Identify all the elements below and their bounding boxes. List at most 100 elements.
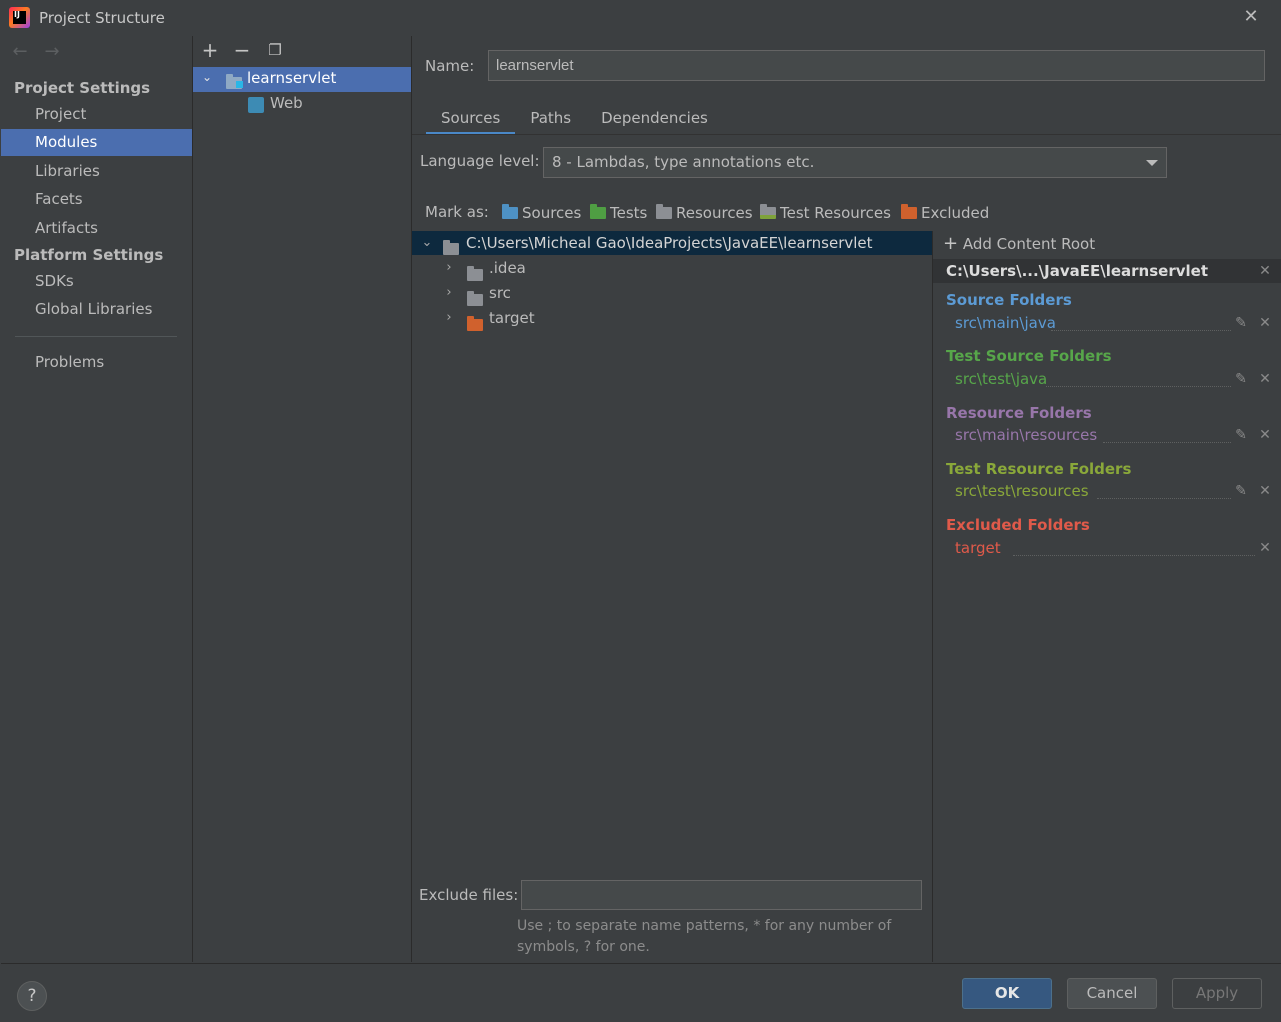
test-folder-icon [590, 204, 606, 219]
exclude-files-label: Exclude files: [419, 886, 519, 904]
edit-icon[interactable]: ✎ [1232, 482, 1250, 500]
mark-resources-label: Resources [676, 204, 753, 222]
nav-item-facets[interactable]: Facets [1, 186, 192, 213]
delete-icon[interactable]: ✕ [1256, 482, 1274, 500]
mark-sources-label: Sources [522, 204, 582, 222]
remove-root-icon[interactable]: ✕ [1256, 262, 1274, 280]
forward-arrow-icon[interactable]: → [41, 41, 63, 63]
facet-name: Web [270, 94, 303, 112]
dotted-leader [1097, 498, 1231, 499]
test-resource-folder-path: src\test\resources [955, 482, 1089, 500]
nav-item-project[interactable]: Project [1, 101, 192, 128]
mark-test-resources-label: Test Resources [780, 204, 891, 222]
chevron-down-icon[interactable]: ⌄ [202, 70, 212, 84]
language-level-select[interactable]: 8 - Lambdas, type annotations etc. [543, 147, 1167, 178]
tree-root-row[interactable]: ⌄ C:\Users\Micheal Gao\IdeaProjects\Java… [412, 231, 932, 255]
resource-folders-heading: Resource Folders [946, 404, 1092, 422]
facet-tree-item[interactable]: Web [193, 93, 411, 117]
dotted-leader [1051, 330, 1231, 331]
delete-icon[interactable]: ✕ [1256, 539, 1274, 557]
mark-excluded-button[interactable]: Excluded [901, 202, 989, 224]
delete-icon[interactable]: ✕ [1256, 370, 1274, 388]
remove-icon[interactable]: − [231, 39, 253, 61]
copy-icon[interactable]: ❐ [264, 39, 286, 61]
delete-icon[interactable]: ✕ [1256, 426, 1274, 444]
nav-item-problems[interactable]: Problems [1, 349, 192, 376]
add-icon[interactable]: + [199, 39, 221, 61]
tree-item-target[interactable]: › target [412, 306, 932, 331]
exclude-hint-line: symbols, ? for one. [517, 939, 650, 955]
nav-item-modules[interactable]: Modules [1, 129, 192, 156]
language-level-value: 8 - Lambdas, type annotations etc. [552, 153, 815, 171]
dotted-leader [1046, 386, 1231, 387]
title-bar: IJ Project Structure ✕ [0, 0, 1281, 36]
exclude-files-field[interactable] [521, 880, 922, 910]
exclude-hint-line: Use ; to separate name patterns, * for a… [517, 918, 892, 934]
chevron-down-icon[interactable]: ⌄ [420, 233, 434, 253]
edit-icon[interactable]: ✎ [1232, 426, 1250, 444]
close-icon[interactable]: ✕ [1240, 5, 1262, 29]
tab-dependencies[interactable]: Dependencies [586, 101, 723, 135]
excluded-folders-heading: Excluded Folders [946, 516, 1090, 534]
mark-as-label: Mark as: [425, 203, 489, 221]
content-root-path: C:\Users\...\JavaEE\learnservlet [946, 262, 1208, 280]
folder-icon [467, 291, 483, 306]
resource-folder-icon [656, 204, 672, 219]
mark-resources-button[interactable]: Resources [656, 202, 753, 224]
mark-test-resources-button[interactable]: Test Resources [760, 202, 891, 224]
name-label: Name: [425, 57, 475, 75]
excluded-folder-icon [467, 316, 483, 331]
folder-icon [467, 266, 483, 281]
tree-item-label: src [489, 284, 511, 302]
exclude-files-hint: Use ; to separate name patterns, * for a… [517, 916, 891, 958]
tab-paths[interactable]: Paths [515, 101, 586, 135]
cancel-button[interactable]: Cancel [1067, 978, 1157, 1009]
apply-button[interactable]: Apply [1172, 978, 1262, 1009]
test-resource-folder-icon [760, 204, 776, 219]
resource-folder-path: src\main\resources [955, 426, 1098, 444]
platform-settings-header: Platform Settings [14, 246, 164, 264]
test-source-folders-heading: Test Source Folders [946, 347, 1112, 365]
web-facet-icon [248, 97, 264, 113]
dotted-leader [1013, 555, 1255, 556]
tab-sources[interactable]: Sources [426, 101, 516, 135]
source-folder-path: src\main\java [955, 314, 1056, 332]
tab-underline [412, 134, 1281, 135]
chevron-right-icon[interactable]: › [442, 308, 456, 328]
edit-icon[interactable]: ✎ [1232, 314, 1250, 332]
add-content-root-button[interactable]: + Add Content Root [943, 233, 1095, 254]
mark-tests-button[interactable]: Tests [590, 202, 647, 224]
window-title: Project Structure [39, 9, 165, 27]
dotted-leader [1103, 442, 1231, 443]
dialog-button-bar: ? OK Cancel Apply [1, 963, 1281, 1022]
nav-item-artifacts[interactable]: Artifacts [1, 215, 192, 242]
module-name-field[interactable] [488, 50, 1265, 81]
mark-sources-button[interactable]: Sources [502, 202, 581, 224]
chevron-right-icon[interactable]: › [442, 258, 456, 278]
back-arrow-icon[interactable]: ← [9, 41, 31, 63]
module-name: learnservlet [247, 69, 337, 87]
module-editor: Name: Sources Paths Dependencies Languag… [412, 36, 1281, 962]
nav-item-global-libraries[interactable]: Global Libraries [1, 296, 192, 323]
tree-item-src[interactable]: › src [412, 281, 932, 306]
help-button[interactable]: ? [17, 981, 47, 1011]
source-folder-icon [502, 204, 518, 219]
chevron-right-icon[interactable]: › [442, 283, 456, 303]
directory-tree: ⌄ C:\Users\Micheal Gao\IdeaProjects\Java… [412, 231, 932, 871]
content-roots-panel: + Add Content Root C:\Users\...\JavaEE\l… [933, 231, 1281, 962]
edit-icon[interactable]: ✎ [1232, 370, 1250, 388]
module-tree-item[interactable]: ⌄ learnservlet [193, 67, 411, 92]
tree-item-label: target [489, 309, 535, 327]
test-resource-folders-heading: Test Resource Folders [946, 460, 1132, 478]
tree-item-idea[interactable]: › .idea [412, 256, 932, 281]
nav-item-sdks[interactable]: SDKs [1, 268, 192, 295]
content-root-header: C:\Users\...\JavaEE\learnservlet [933, 259, 1281, 283]
folder-icon [443, 240, 459, 255]
tab-bar: Sources Paths Dependencies [426, 101, 723, 135]
nav-item-libraries[interactable]: Libraries [1, 158, 192, 185]
settings-navigation: ← → Project Settings Project Modules Lib… [1, 36, 192, 962]
delete-icon[interactable]: ✕ [1256, 314, 1274, 332]
ok-button[interactable]: OK [962, 978, 1052, 1009]
tree-item-label: .idea [489, 259, 526, 277]
language-level-label: Language level: [420, 152, 540, 170]
